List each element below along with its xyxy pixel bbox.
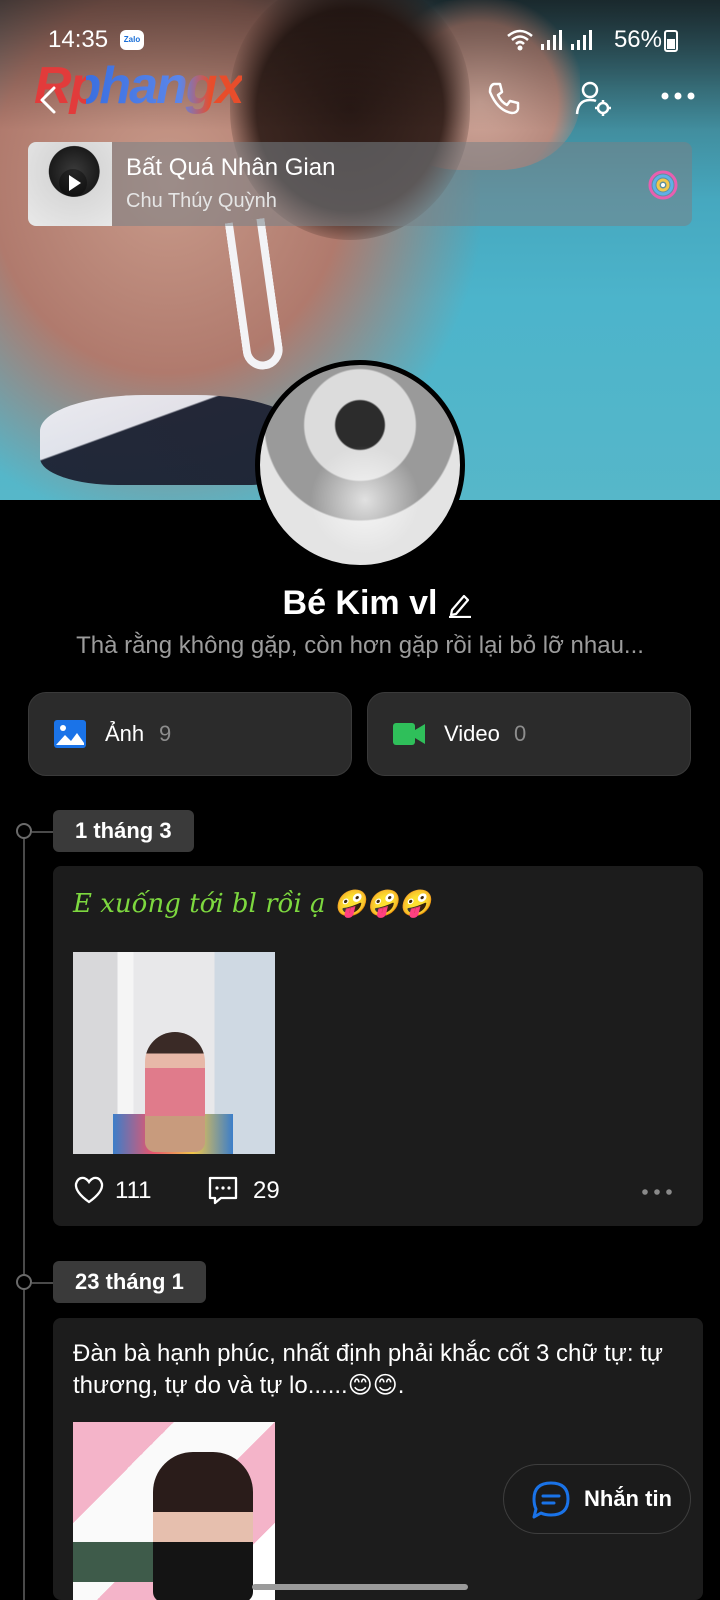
signal-sim1-icon [541,30,562,50]
profile-name: Bé Kim vl [282,584,438,622]
post-date-chip: 23 tháng 1 [53,1261,206,1303]
videos-count: 0 [514,721,527,746]
home-indicator[interactable] [252,1584,468,1590]
video-icon [393,723,425,745]
timeline-dot [16,823,32,839]
timeline-connector [32,831,54,833]
music-disc-icon [648,170,678,200]
send-message-button[interactable]: Nhắn tin [503,1464,691,1534]
play-icon[interactable] [58,168,88,198]
image-person-shape [153,1452,253,1600]
profile-music-card[interactable]: Bất Quá Nhân Gian Chu Thúy Quỳnh [28,142,692,226]
heart-icon[interactable] [73,1174,105,1206]
phone-icon[interactable] [484,78,524,118]
battery-icon [664,30,678,52]
zalo-notification-icon: Zalo [120,30,144,50]
timeline-dot [16,1274,32,1290]
status-time: 14:35 [48,26,109,53]
comment-count: 29 [253,1177,280,1204]
photos-count: 9 [159,721,172,746]
videos-label: Video [444,721,500,746]
photo-icon [54,720,86,748]
timeline-line [23,830,25,1600]
timeline-connector [32,1282,54,1284]
post-image[interactable] [73,952,275,1154]
more-options-icon[interactable] [660,90,696,102]
post-text: E xuống tới bl rồi ạ 🤪🤪🤪 [73,889,431,919]
battery-percentage: 56% [613,26,662,53]
photos-button[interactable]: Ảnh 9 [28,692,352,776]
music-artist: Chu Thúy Quỳnh [126,190,277,212]
post-more-icon[interactable] [641,1188,673,1196]
back-icon[interactable] [30,80,70,120]
signal-sim2-icon [571,30,592,50]
music-thumbnail [28,142,112,226]
image-person-shape [145,1032,205,1152]
post-date-chip: 1 tháng 3 [53,810,194,852]
image-rug-shape [73,1542,163,1582]
edit-icon[interactable] [446,590,474,618]
chat-icon [532,1481,570,1519]
comment-icon[interactable] [207,1174,239,1206]
user-settings-icon[interactable] [574,78,614,118]
like-count: 111 [115,1177,152,1204]
wifi-icon [507,29,533,51]
post-card[interactable]: E xuống tới bl rồi ạ 🤪🤪🤪 111 29 [53,866,703,1226]
profile-avatar[interactable] [255,360,465,570]
send-message-label: Nhắn tin [584,1486,672,1511]
post-text: Đàn bà hạnh phúc, nhất định phải khắc cố… [73,1340,663,1399]
profile-bio: Thà rằng không gặp, còn hơn gặp rồi lại … [76,632,644,659]
videos-button[interactable]: Video 0 [367,692,691,776]
post-card[interactable]: Đàn bà hạnh phúc, nhất định phải khắc cố… [53,1318,703,1600]
post-image[interactable] [73,1422,275,1600]
photos-label: Ảnh [105,721,145,746]
music-title: Bất Quá Nhân Gian [126,154,336,181]
avatar-highlight [310,445,420,555]
